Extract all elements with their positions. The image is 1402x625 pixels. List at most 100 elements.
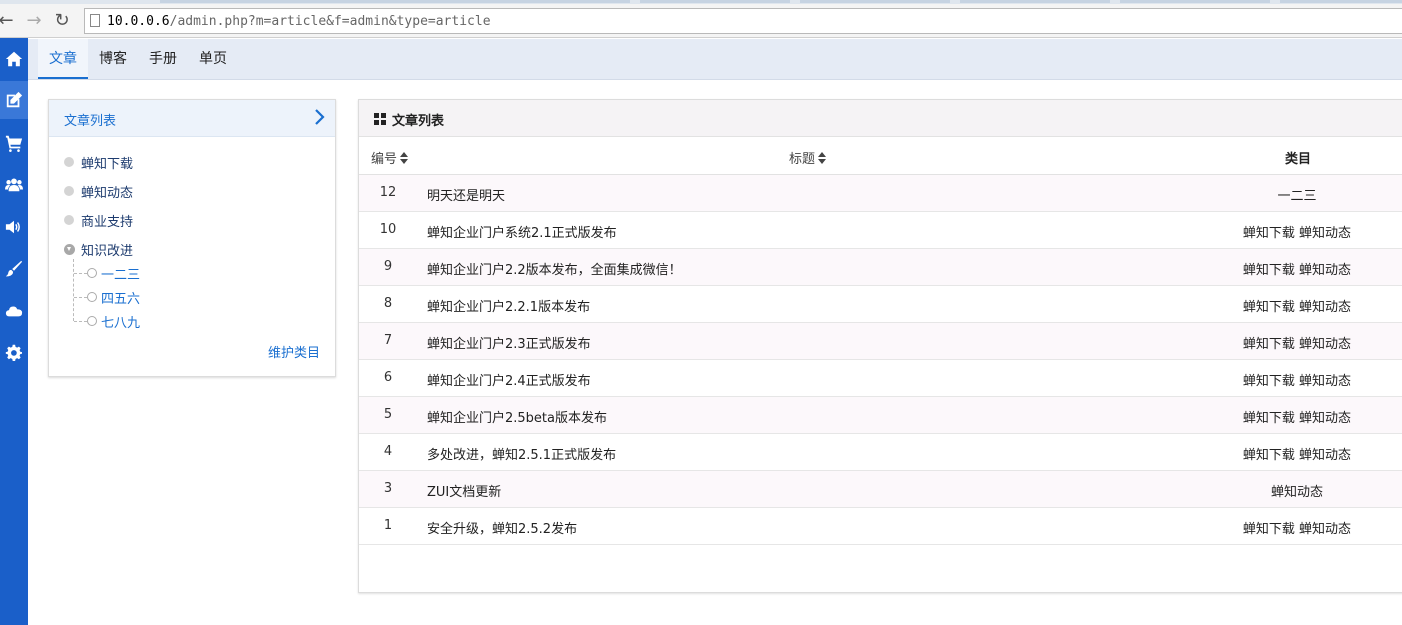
rail-edit[interactable]	[0, 81, 28, 119]
column-header-title[interactable]: 标题	[789, 148, 827, 167]
address-bar[interactable]: 10.0.0.6/admin.php?m=article&f=admin&typ…	[84, 8, 1402, 34]
table-row[interactable]: 12 明天还是明天 一二三	[359, 175, 1402, 212]
article-category: 蝉知下载 蝉知动态	[1242, 448, 1352, 463]
chevron-right-icon[interactable]	[313, 108, 327, 126]
article-title[interactable]: 多处改进，蝉知2.5.1正式版发布	[427, 444, 616, 463]
browser-toolbar: ← → ↻ 10.0.0.6/admin.php?m=article&f=adm…	[0, 4, 1402, 38]
grid-icon	[374, 113, 386, 125]
article-id: 5	[383, 407, 393, 422]
circle-icon	[87, 292, 97, 302]
tree-connector	[74, 273, 87, 274]
category-item[interactable]: 蝉知下载	[64, 152, 133, 172]
sort-icon	[818, 151, 827, 164]
category-panel: 文章列表 蝉知下载 蝉知动态 商业支持 知识改进 一二三 四五六 七八九 维护类…	[48, 99, 336, 377]
table-row[interactable]: 10 蝉知企业门户系统2.1正式版发布 蝉知下载 蝉知动态	[359, 212, 1402, 249]
rail-settings[interactable]	[0, 334, 28, 372]
forward-arrow-icon[interactable]: →	[24, 11, 44, 31]
subcategory-item[interactable]: 四五六	[87, 287, 140, 307]
rail-volume[interactable]	[0, 208, 28, 246]
article-category: 蝉知下载 蝉知动态	[1242, 522, 1352, 537]
article-category: 蝉知下载 蝉知动态	[1242, 411, 1352, 426]
rail-home[interactable]	[0, 40, 28, 78]
article-id: 4	[383, 444, 393, 459]
article-title[interactable]: 蝉知企业门户2.5beta版本发布	[427, 407, 607, 426]
maintain-categories-link[interactable]: 维护类目	[268, 342, 320, 361]
collapse-caret-icon[interactable]	[64, 243, 75, 255]
icon-rail	[0, 38, 28, 625]
bullet-icon	[64, 186, 74, 196]
article-title[interactable]: 蝉知企业门户2.4正式版发布	[427, 370, 591, 389]
top-nav: 文章 博客 手册 单页	[28, 39, 1402, 80]
tab-page[interactable]: 单页	[188, 39, 238, 79]
category-item-expanded[interactable]: 知识改进	[64, 239, 133, 259]
sort-icon	[400, 151, 409, 164]
table-row[interactable]: 4 多处改进，蝉知2.5.1正式版发布 蝉知下载 蝉知动态	[359, 434, 1402, 471]
circle-icon	[87, 268, 97, 278]
article-category: 蝉知下载 蝉知动态	[1242, 337, 1352, 352]
tree-connector	[73, 259, 74, 321]
article-category: 蝉知下载 蝉知动态	[1242, 226, 1352, 241]
article-title[interactable]: ZUI文档更新	[427, 481, 501, 500]
tab-blog[interactable]: 博客	[88, 39, 138, 79]
article-list-header: 文章列表	[359, 100, 1402, 137]
category-panel-header: 文章列表	[49, 100, 335, 137]
table-row[interactable]: 1 安全升级，蝉知2.5.2发布 蝉知下载 蝉知动态	[359, 508, 1402, 545]
article-title[interactable]: 安全升级，蝉知2.5.2发布	[427, 518, 577, 537]
page-icon	[90, 14, 100, 27]
category-item[interactable]: 蝉知动态	[64, 181, 133, 201]
column-header-category: 类目	[1285, 152, 1312, 167]
volume-icon	[5, 220, 20, 234]
article-title[interactable]: 明天还是明天	[427, 185, 505, 204]
category-panel-title[interactable]: 文章列表	[64, 110, 116, 129]
bullet-icon	[64, 215, 74, 225]
column-header-id[interactable]: 编号	[371, 148, 409, 167]
users-icon	[5, 178, 23, 192]
article-title[interactable]: 蝉知企业门户系统2.1正式版发布	[427, 222, 617, 241]
tree-connector	[74, 297, 87, 298]
article-id: 9	[383, 259, 393, 274]
table-row[interactable]: 3 ZUI文档更新 蝉知动态	[359, 471, 1402, 508]
cart-icon	[5, 135, 23, 152]
cloud-icon	[5, 306, 23, 317]
reload-icon[interactable]: ↻	[52, 11, 72, 31]
article-title[interactable]: 蝉知企业门户2.2.1版本发布	[427, 296, 590, 315]
table-row[interactable]: 5 蝉知企业门户2.5beta版本发布 蝉知下载 蝉知动态	[359, 397, 1402, 434]
article-category: 蝉知下载 蝉知动态	[1242, 263, 1352, 278]
article-category: 一二三	[1277, 189, 1317, 204]
rail-brush[interactable]	[0, 250, 28, 288]
back-arrow-icon[interactable]: ←	[0, 11, 16, 31]
category-item[interactable]: 商业支持	[64, 210, 133, 230]
article-title[interactable]: 蝉知企业门户2.2版本发布，全面集成微信！	[427, 259, 682, 278]
brush-icon	[5, 260, 23, 277]
edit-icon	[6, 91, 23, 108]
article-category: 蝉知动态	[1270, 485, 1323, 500]
rail-cloud[interactable]	[0, 292, 28, 330]
home-icon	[5, 51, 23, 67]
table-row[interactable]: 9 蝉知企业门户2.2版本发布，全面集成微信！ 蝉知下载 蝉知动态	[359, 249, 1402, 286]
url-text[interactable]: 10.0.0.6/admin.php?m=article&f=admin&typ…	[107, 14, 491, 29]
article-category: 蝉知下载 蝉知动态	[1242, 300, 1352, 315]
tree-connector	[74, 321, 87, 322]
tab-article[interactable]: 文章	[38, 39, 88, 79]
article-id: 8	[383, 296, 393, 311]
article-title[interactable]: 蝉知企业门户2.3正式版发布	[427, 333, 591, 352]
article-category: 蝉知下载 蝉知动态	[1242, 374, 1352, 389]
table-row[interactable]: 6 蝉知企业门户2.4正式版发布 蝉知下载 蝉知动态	[359, 360, 1402, 397]
article-list-panel: 文章列表 编号 标题 类目 12 明天还是明天 一二三 10 蝉知企业门户系统2.1正式…	[358, 99, 1402, 593]
bullet-icon	[64, 157, 74, 167]
article-id: 6	[383, 370, 393, 385]
rail-users[interactable]	[0, 166, 28, 204]
table-row[interactable]: 8 蝉知企业门户2.2.1版本发布 蝉知下载 蝉知动态	[359, 286, 1402, 323]
table-row[interactable]: 7 蝉知企业门户2.3正式版发布 蝉知下载 蝉知动态	[359, 323, 1402, 360]
article-list-title: 文章列表	[392, 114, 445, 129]
tab-manual[interactable]: 手册	[138, 39, 188, 79]
circle-icon	[87, 316, 97, 326]
article-id: 7	[383, 333, 393, 348]
article-id: 3	[383, 481, 393, 496]
rail-cart[interactable]	[0, 124, 28, 162]
article-id: 1	[383, 518, 393, 533]
article-id: 10	[379, 222, 397, 237]
subcategory-item[interactable]: 一二三	[87, 263, 140, 283]
subcategory-item[interactable]: 七八九	[87, 311, 140, 331]
gear-icon	[5, 344, 23, 362]
